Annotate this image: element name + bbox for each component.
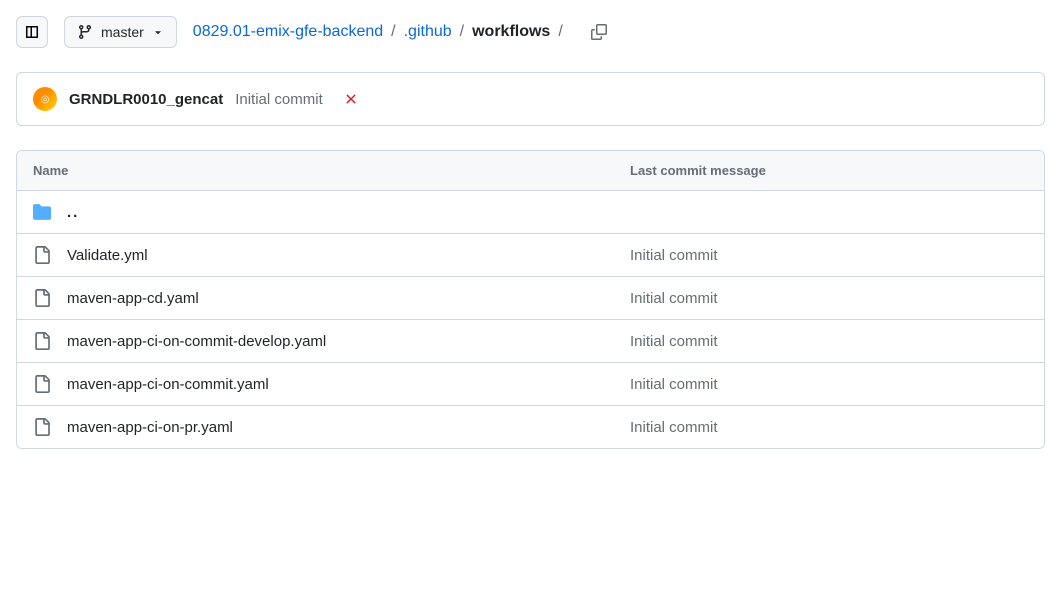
file-commit-message[interactable]: Initial commit bbox=[630, 247, 1028, 264]
file-icon bbox=[33, 289, 51, 307]
toggle-tree-button[interactable] bbox=[16, 16, 48, 48]
file-name[interactable]: maven-app-ci-on-commit.yaml bbox=[67, 376, 269, 393]
git-branch-icon bbox=[77, 24, 93, 40]
parent-dir-label[interactable]: .. bbox=[67, 204, 79, 221]
status-failed-icon[interactable] bbox=[343, 91, 359, 107]
file-name[interactable]: maven-app-ci-on-commit-develop.yaml bbox=[67, 333, 326, 350]
side-panel-icon bbox=[24, 24, 40, 40]
breadcrumb: 0829.01-emix-gfe-backend / .github / wor… bbox=[193, 23, 567, 41]
breadcrumb-sep: / bbox=[554, 23, 566, 41]
breadcrumb-sep: / bbox=[387, 23, 399, 41]
file-commit-message[interactable]: Initial commit bbox=[630, 419, 1028, 436]
file-name[interactable]: maven-app-ci-on-pr.yaml bbox=[67, 419, 233, 436]
branch-label: master bbox=[101, 24, 144, 40]
commit-author[interactable]: GRNDLR0010_gencat bbox=[69, 91, 223, 108]
table-row: Validate.yml Initial commit bbox=[17, 234, 1044, 277]
header-name: Name bbox=[33, 163, 630, 178]
file-name[interactable]: maven-app-cd.yaml bbox=[67, 290, 199, 307]
top-toolbar: master 0829.01-emix-gfe-backend / .githu… bbox=[16, 16, 1045, 48]
avatar[interactable]: ◎ bbox=[33, 87, 57, 111]
file-icon bbox=[33, 246, 51, 264]
branch-selector-button[interactable]: master bbox=[64, 16, 177, 48]
commit-message[interactable]: Initial commit bbox=[235, 91, 323, 108]
breadcrumb-current: workflows bbox=[472, 23, 550, 41]
file-name[interactable]: Validate.yml bbox=[67, 247, 148, 264]
parent-directory-row[interactable]: .. bbox=[17, 191, 1044, 234]
file-commit-message[interactable]: Initial commit bbox=[630, 376, 1028, 393]
breadcrumb-sep: / bbox=[456, 23, 468, 41]
table-row: maven-app-cd.yaml Initial commit bbox=[17, 277, 1044, 320]
table-row: maven-app-ci-on-pr.yaml Initial commit bbox=[17, 406, 1044, 448]
file-commit-message[interactable]: Initial commit bbox=[630, 290, 1028, 307]
file-commit-message[interactable]: Initial commit bbox=[630, 333, 1028, 350]
breadcrumb-repo[interactable]: 0829.01-emix-gfe-backend bbox=[193, 23, 383, 41]
folder-icon bbox=[33, 203, 51, 221]
file-icon bbox=[33, 375, 51, 393]
file-table: Name Last commit message .. Validate.yml… bbox=[16, 150, 1045, 449]
triangle-down-icon bbox=[152, 26, 164, 38]
latest-commit-box: ◎ GRNDLR0010_gencat Initial commit bbox=[16, 72, 1045, 126]
file-icon bbox=[33, 332, 51, 350]
copy-path-button[interactable] bbox=[583, 16, 615, 48]
file-table-header: Name Last commit message bbox=[17, 151, 1044, 191]
copy-icon bbox=[591, 24, 607, 40]
breadcrumb-github[interactable]: .github bbox=[404, 23, 452, 41]
table-row: maven-app-ci-on-commit-develop.yaml Init… bbox=[17, 320, 1044, 363]
file-icon bbox=[33, 418, 51, 436]
header-message: Last commit message bbox=[630, 163, 1028, 178]
table-row: maven-app-ci-on-commit.yaml Initial comm… bbox=[17, 363, 1044, 406]
